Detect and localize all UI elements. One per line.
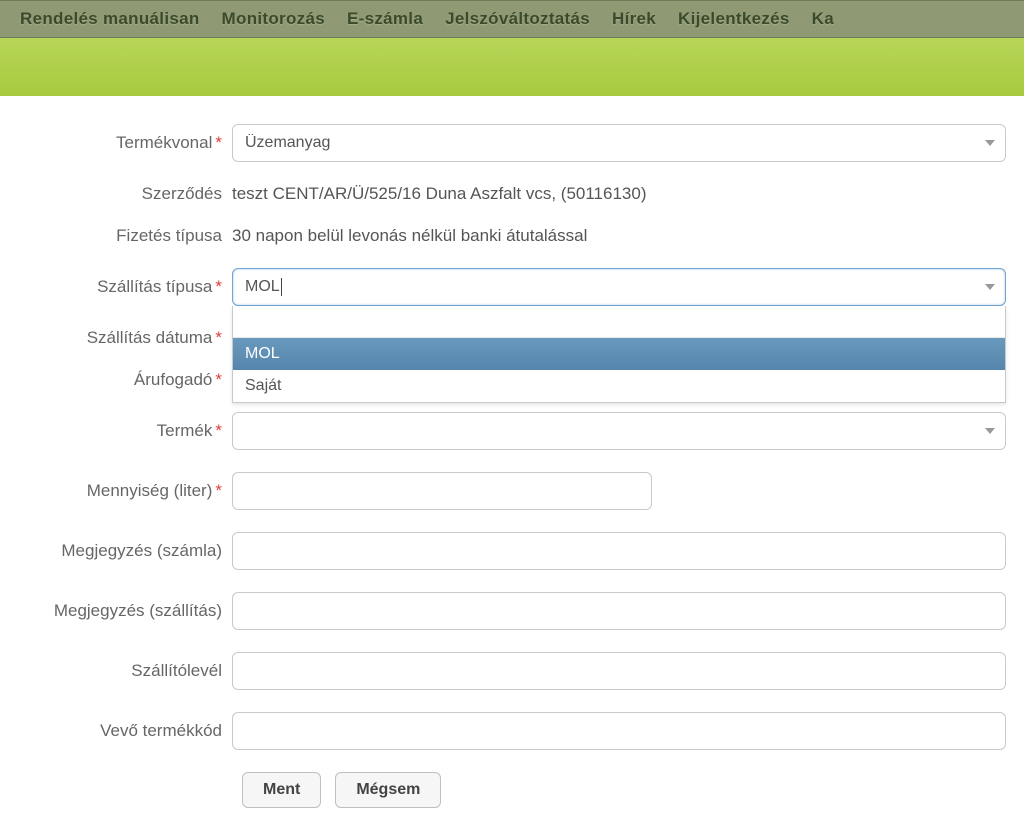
dropdown-search-area[interactable] xyxy=(233,306,1005,338)
delivery-type-value: MOL xyxy=(245,278,971,296)
chevron-down-icon xyxy=(985,428,995,434)
buyer-code-input[interactable] xyxy=(232,712,1006,750)
note-invoice-input[interactable] xyxy=(232,532,1006,570)
delivery-type-select[interactable]: MOL xyxy=(232,268,1006,306)
delivery-type-dropdown: MOL Saját xyxy=(232,306,1006,403)
contract-value: teszt CENT/AR/Ü/525/16 Duna Aszfalt vcs,… xyxy=(232,184,647,203)
consignee-label: Árufogadó* xyxy=(8,370,232,390)
nav-item-logout[interactable]: Kijelentkezés xyxy=(678,9,790,29)
chevron-down-icon xyxy=(985,140,995,146)
order-form: Termékvonal* Üzemanyag Szerződés teszt C… xyxy=(0,96,1024,828)
contract-label: Szerződés xyxy=(8,184,232,204)
delivery-note-label: Szállítólevél xyxy=(8,661,232,681)
nav-item-manual-order[interactable]: Rendelés manuálisan xyxy=(20,9,200,29)
delivery-date-label: Szállítás dátuma* xyxy=(8,328,232,348)
note-invoice-label: Megjegyzés (számla) xyxy=(8,541,232,561)
nav-item-news[interactable]: Hírek xyxy=(612,9,656,29)
delivery-type-label: Szállítás típusa* xyxy=(8,277,232,297)
chevron-down-icon xyxy=(985,284,995,290)
delivery-type-option-mol[interactable]: MOL xyxy=(233,338,1005,370)
payment-type-label: Fizetés típusa xyxy=(8,226,232,246)
quantity-input[interactable] xyxy=(232,472,652,510)
delivery-type-option-sajat[interactable]: Saját xyxy=(233,370,1005,402)
note-delivery-input[interactable] xyxy=(232,592,1006,630)
nav-item-einvoice[interactable]: E-számla xyxy=(347,9,423,29)
note-delivery-label: Megjegyzés (szállítás) xyxy=(8,601,232,621)
cancel-button[interactable]: Mégsem xyxy=(335,772,441,808)
nav-item-monitoring[interactable]: Monitorozás xyxy=(222,9,325,29)
product-label: Termék* xyxy=(8,421,232,441)
delivery-note-input[interactable] xyxy=(232,652,1006,690)
payment-type-value: 30 napon belül levonás nélkül banki átut… xyxy=(232,226,587,245)
nav-item-password[interactable]: Jelszóváltoztatás xyxy=(445,9,590,29)
header-greenbar xyxy=(0,38,1024,96)
buyer-code-label: Vevő termékkód xyxy=(8,721,232,741)
product-line-select[interactable]: Üzemanyag xyxy=(232,124,1006,162)
nav-item-cut[interactable]: Ka xyxy=(812,9,834,29)
top-nav: Rendelés manuálisan Monitorozás E-számla… xyxy=(0,0,1024,38)
product-select[interactable] xyxy=(232,412,1006,450)
product-line-label: Termékvonal* xyxy=(8,133,232,153)
product-line-value: Üzemanyag xyxy=(245,134,971,152)
quantity-label: Mennyiség (liter)* xyxy=(8,481,232,501)
save-button[interactable]: Ment xyxy=(242,772,321,808)
